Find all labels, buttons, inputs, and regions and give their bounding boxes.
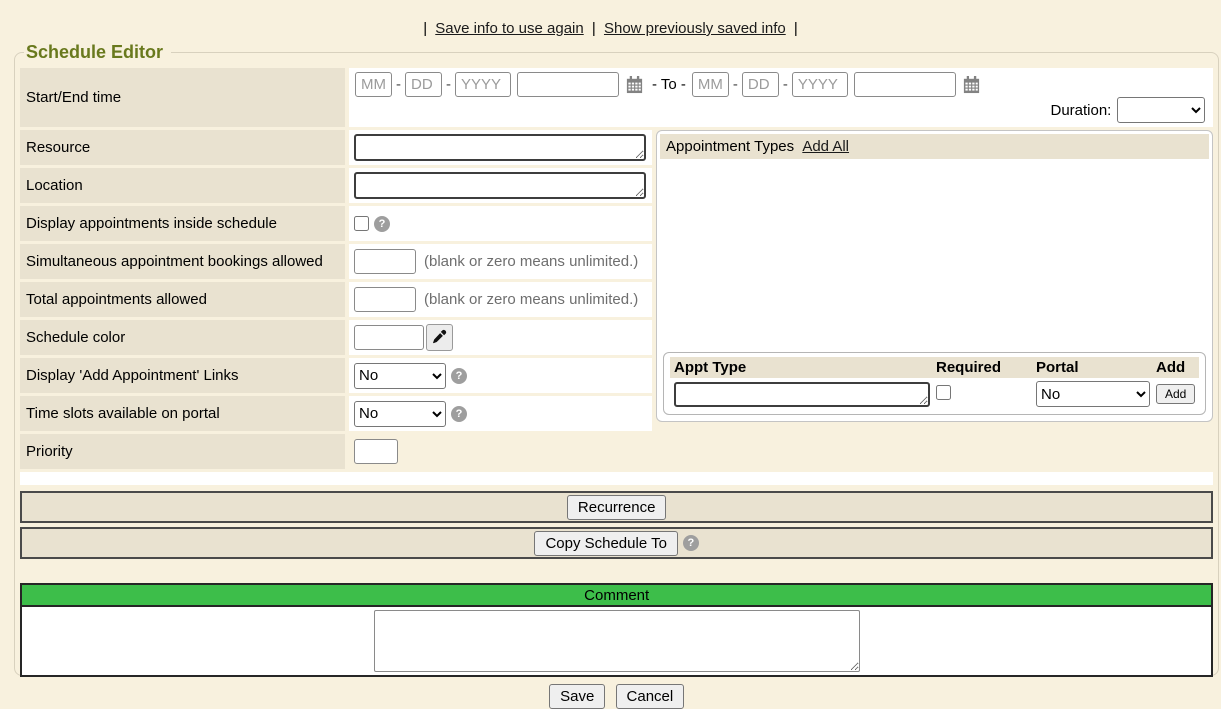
- date-dash: -: [446, 76, 451, 93]
- appt-type-entry-box: Appt Type Required Portal Add No Add: [663, 352, 1206, 415]
- display-inside-row: Display appointments inside schedule ?: [20, 206, 652, 241]
- spacer-strip: [20, 472, 1213, 485]
- total-appointments-note: (blank or zero means unlimited.): [424, 291, 638, 308]
- help-icon[interactable]: ?: [451, 406, 467, 422]
- duration-select[interactable]: [1117, 97, 1205, 123]
- portal-col-header: Portal: [1036, 359, 1156, 376]
- end-month-input[interactable]: [692, 72, 729, 97]
- resource-input[interactable]: [354, 134, 646, 161]
- priority-row: Priority: [20, 434, 652, 469]
- start-end-content: - - - To -: [349, 68, 1213, 127]
- eyedropper-icon: [432, 329, 447, 347]
- location-label: Location: [20, 168, 345, 203]
- appt-portal-select[interactable]: No: [1036, 381, 1150, 407]
- display-inside-checkbox[interactable]: [354, 216, 369, 231]
- appt-required-checkbox[interactable]: [936, 385, 951, 400]
- add-appointment-links-row: Display 'Add Appointment' Links No ?: [20, 358, 652, 393]
- location-input[interactable]: [354, 172, 646, 199]
- appt-type-col-header: Appt Type: [674, 359, 936, 376]
- main-split: Resource Location Display appointments i…: [20, 130, 1213, 472]
- end-time-input[interactable]: [854, 72, 956, 97]
- page-title: Schedule Editor: [24, 42, 171, 63]
- color-picker-button[interactable]: [426, 324, 453, 351]
- appt-table-header: Appt Type Required Portal Add: [670, 357, 1199, 378]
- appt-add-button[interactable]: Add: [1156, 384, 1195, 404]
- recurrence-button[interactable]: Recurrence: [567, 495, 667, 520]
- resource-label: Resource: [20, 130, 345, 165]
- end-calendar-icon[interactable]: [962, 75, 981, 94]
- required-col-header: Required: [936, 359, 1036, 376]
- portal-slots-row: Time slots available on portal No ?: [20, 396, 652, 431]
- add-all-link[interactable]: Add All: [802, 138, 849, 155]
- saved-info-links: | Save info to use again | Show previous…: [0, 0, 1221, 42]
- start-month-input[interactable]: [355, 72, 392, 97]
- total-appointments-label: Total appointments allowed: [20, 282, 345, 317]
- simultaneous-input[interactable]: [354, 249, 416, 274]
- appointment-types-panel: Appointment Types Add All Appt Type Requ…: [656, 130, 1213, 422]
- simultaneous-label: Simultaneous appointment bookings allowe…: [20, 244, 345, 279]
- add-col-header: Add: [1156, 359, 1195, 376]
- priority-input[interactable]: [354, 439, 398, 464]
- schedule-color-row: Schedule color: [20, 320, 652, 355]
- total-appointments-row: Total appointments allowed (blank or zer…: [20, 282, 652, 317]
- duration-line: Duration:: [355, 97, 1207, 123]
- total-appointments-input[interactable]: [354, 287, 416, 312]
- appointment-types-title: Appointment Types: [666, 138, 794, 155]
- date-dash: -: [783, 76, 788, 93]
- left-fields-column: Resource Location Display appointments i…: [20, 130, 652, 472]
- start-calendar-icon[interactable]: [625, 75, 644, 94]
- location-row: Location: [20, 168, 652, 203]
- show-saved-info-link[interactable]: Show previously saved info: [604, 20, 786, 37]
- pipe-separator: |: [794, 20, 798, 37]
- help-icon[interactable]: ?: [451, 368, 467, 384]
- simultaneous-row: Simultaneous appointment bookings allowe…: [20, 244, 652, 279]
- appt-type-input[interactable]: [674, 382, 930, 407]
- pipe-separator: |: [423, 20, 427, 37]
- schedule-editor-form: Schedule Editor Start/End time - -: [14, 42, 1219, 676]
- start-time-input[interactable]: [517, 72, 619, 97]
- end-year-input[interactable]: [792, 72, 848, 97]
- comment-textarea[interactable]: [374, 610, 860, 672]
- start-day-input[interactable]: [405, 72, 442, 97]
- help-icon[interactable]: ?: [374, 216, 390, 232]
- comment-section: Comment: [20, 583, 1213, 677]
- to-text: - To -: [652, 76, 686, 93]
- date-dash: -: [396, 76, 401, 93]
- simultaneous-note: (blank or zero means unlimited.): [424, 253, 638, 270]
- comment-header: Comment: [20, 583, 1213, 605]
- portal-slots-select[interactable]: No: [354, 401, 446, 427]
- recurrence-bar: Recurrence: [20, 491, 1213, 523]
- duration-label: Duration:: [1050, 102, 1111, 119]
- portal-slots-label: Time slots available on portal: [20, 396, 345, 431]
- display-inside-label: Display appointments inside schedule: [20, 206, 345, 241]
- priority-label: Priority: [20, 434, 345, 469]
- schedule-color-input[interactable]: [354, 325, 424, 350]
- copy-schedule-bar: Copy Schedule To ?: [20, 527, 1213, 559]
- start-end-label: Start/End time: [20, 68, 345, 127]
- copy-schedule-button[interactable]: Copy Schedule To: [534, 531, 677, 556]
- appt-table-row: No Add: [670, 381, 1199, 407]
- save-info-link[interactable]: Save info to use again: [435, 20, 583, 37]
- dates-line: - - - To -: [355, 72, 1207, 97]
- add-appointment-links-label: Display 'Add Appointment' Links: [20, 358, 345, 393]
- start-end-row: Start/End time - -: [20, 68, 1213, 127]
- help-icon[interactable]: ?: [683, 535, 699, 551]
- end-day-input[interactable]: [742, 72, 779, 97]
- date-dash: -: [733, 76, 738, 93]
- start-year-input[interactable]: [455, 72, 511, 97]
- resource-row: Resource: [20, 130, 652, 165]
- add-appointment-links-select[interactable]: No: [354, 363, 446, 389]
- schedule-color-label: Schedule color: [20, 320, 345, 355]
- appointment-types-header: Appointment Types Add All: [660, 134, 1209, 159]
- pipe-separator: |: [592, 20, 596, 37]
- comment-body: [20, 605, 1213, 677]
